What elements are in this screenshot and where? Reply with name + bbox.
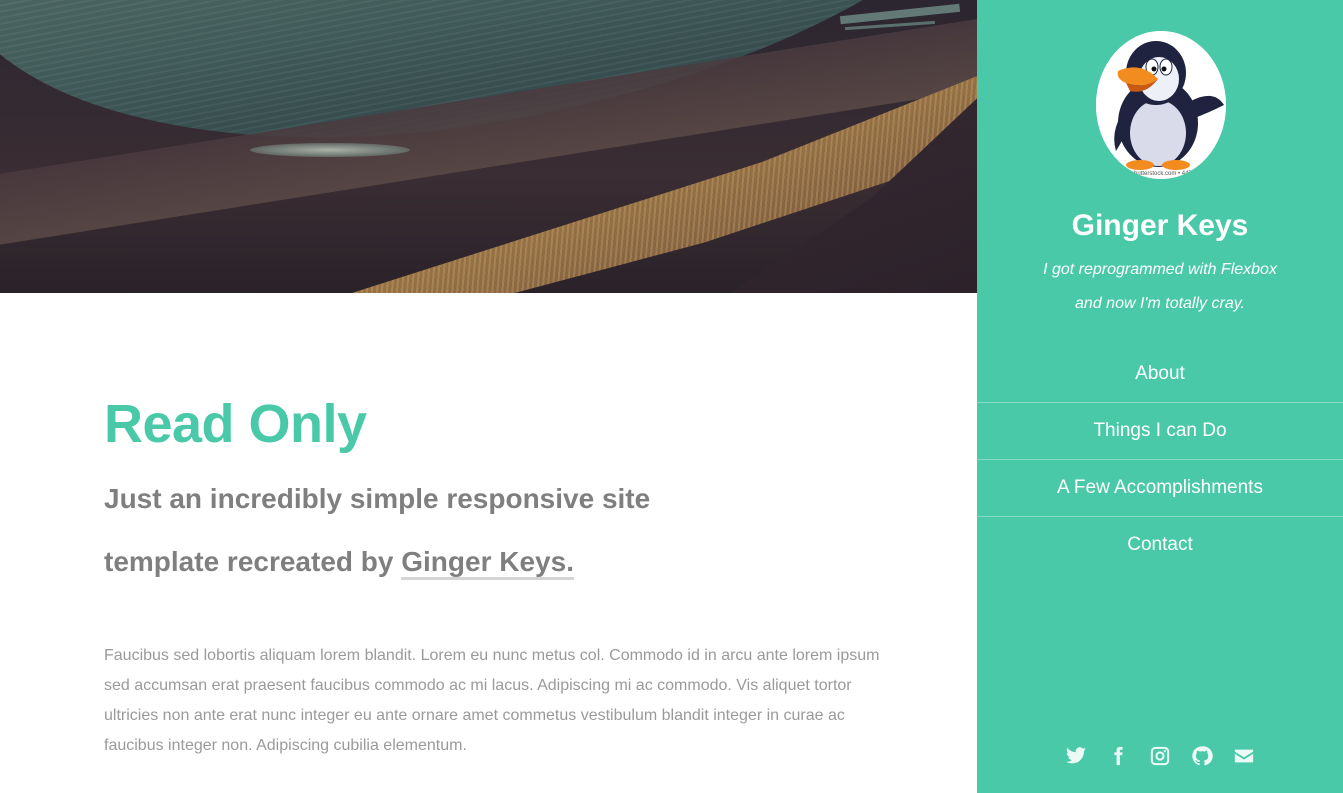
twitter-icon[interactable] (1065, 745, 1087, 767)
tagline: I got reprogrammed with Flexbox and now … (977, 253, 1343, 321)
nav-item-contact[interactable]: Contact (977, 516, 1343, 573)
header-banner-image (0, 0, 977, 293)
github-icon[interactable] (1191, 745, 1213, 767)
nav-item-accomplishments[interactable]: A Few Accomplishments (977, 459, 1343, 516)
envelope-icon[interactable] (1233, 745, 1255, 767)
author-link[interactable]: Ginger Keys. (401, 546, 574, 580)
tagline-line-2: and now I'm totally cray. (1075, 295, 1245, 312)
nav-item-things-i-can-do[interactable]: Things I can Do (977, 402, 1343, 459)
page-title: Read Only (104, 394, 367, 454)
avatar: shutterstock.com • 447 (1096, 31, 1226, 179)
instagram-icon[interactable] (1149, 745, 1171, 767)
sidebar-nav: About Things I can Do A Few Accomplishme… (977, 346, 1343, 573)
avatar-watermark: shutterstock.com • 447 (1131, 171, 1192, 177)
nav-item-about[interactable]: About (977, 346, 1343, 402)
profile-name: Ginger Keys (1071, 209, 1249, 242)
penguin-avatar-icon: shutterstock.com • 447 (1096, 31, 1226, 179)
social-links (977, 745, 1343, 767)
intro-paragraph: Faucibus sed lobortis aliquam lorem blan… (104, 647, 880, 754)
sidebar: shutterstock.com • 447 Ginger Keys I got… (977, 0, 1343, 793)
facebook-icon[interactable] (1107, 745, 1129, 767)
tagline-line-1: I got reprogrammed with Flexbox (1043, 261, 1277, 278)
page-subtitle: Just an incredibly simple responsive sit… (104, 467, 724, 593)
